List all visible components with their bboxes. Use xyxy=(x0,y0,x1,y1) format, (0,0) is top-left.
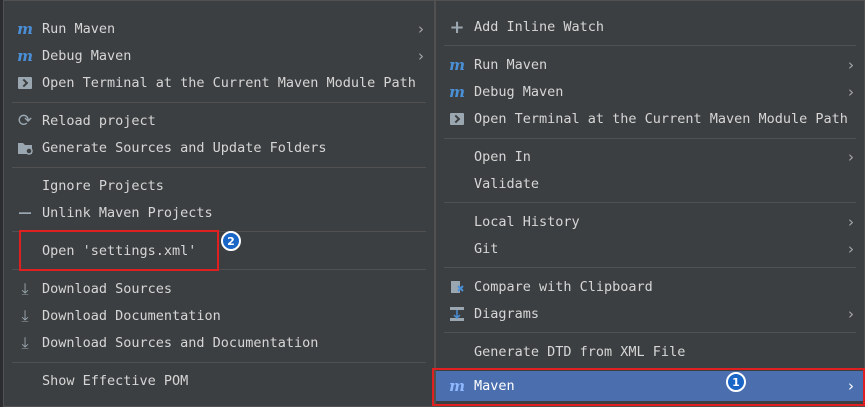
menu-item-open-terminal[interactable]: Open Terminal at the Current Maven Modul… xyxy=(4,70,434,96)
menu-separator xyxy=(12,102,426,103)
menu-item-label: Open In xyxy=(474,149,531,165)
chevron-right-icon: › xyxy=(848,240,854,258)
right-context-menu: + Add Inline Watch m Run Maven › m Debug… xyxy=(435,0,865,407)
chevron-right-icon: › xyxy=(848,56,854,74)
menu-item-label: Download Documentation xyxy=(42,308,221,324)
menu-item-open-in[interactable]: Open In › xyxy=(436,144,864,170)
menu-item-run-maven[interactable]: m Run Maven › xyxy=(436,52,864,78)
compare-icon xyxy=(448,278,466,296)
menu-item-generate-dtd[interactable]: Generate DTD from XML File xyxy=(436,339,864,365)
menu-item-ignore-projects[interactable]: Ignore Projects xyxy=(4,173,434,199)
menu-item-label: Git xyxy=(474,241,499,257)
menu-item-label: Show Effective POM xyxy=(42,373,189,389)
menu-item-label: Reload project xyxy=(42,113,156,129)
menu-item-debug-maven[interactable]: m Debug Maven › xyxy=(4,43,434,69)
menu-item-add-inline-watch[interactable]: + Add Inline Watch xyxy=(436,14,864,40)
menu-item-label: Download Sources xyxy=(42,281,173,297)
maven-debug-icon: m xyxy=(449,83,465,101)
menu-item-download-documentation[interactable]: ⤓ Download Documentation xyxy=(4,303,434,329)
menu-item-label: Generate DTD from XML File xyxy=(474,344,686,360)
chevron-right-icon: › xyxy=(848,83,854,101)
menu-item-label: Ignore Projects xyxy=(42,178,164,194)
menu-item-label: Open Terminal at the Current Maven Modul… xyxy=(474,111,848,127)
menu-item-local-history[interactable]: Local History › xyxy=(436,209,864,235)
highlight-box-maven xyxy=(432,368,865,406)
maven-debug-icon: m xyxy=(17,47,33,65)
menu-separator xyxy=(444,267,856,268)
menu-item-label: Unlink Maven Projects xyxy=(42,205,213,221)
menu-item-label: Generate Sources and Update Folders xyxy=(42,140,327,156)
menu-separator xyxy=(444,138,856,139)
folder-refresh-icon xyxy=(16,139,34,157)
chevron-right-icon: › xyxy=(848,148,854,166)
menu-item-label: Diagrams xyxy=(474,306,540,322)
chevron-right-icon: › xyxy=(418,20,424,38)
add-watch-icon: + xyxy=(449,16,465,38)
menu-separator xyxy=(12,167,426,168)
menu-item-label: Compare with Clipboard xyxy=(474,279,653,295)
minus-icon: — xyxy=(18,205,32,221)
maven-run-icon: m xyxy=(17,20,33,38)
menu-item-label: Add Inline Watch xyxy=(474,19,605,35)
menu-item-validate[interactable]: Validate xyxy=(436,171,864,197)
maven-run-icon: m xyxy=(449,56,465,74)
menu-item-label: Run Maven xyxy=(42,21,116,37)
menu-item-git[interactable]: Git › xyxy=(436,236,864,262)
terminal-icon xyxy=(448,110,466,128)
menu-item-debug-maven[interactable]: m Debug Maven › xyxy=(436,79,864,105)
diagram-icon xyxy=(448,305,466,323)
highlight-box-settings xyxy=(19,230,219,271)
menu-item-show-effective-pom[interactable]: Show Effective POM xyxy=(4,368,434,394)
menu-item-label: Open Terminal at the Current Maven Modul… xyxy=(42,75,416,91)
download-icon: ⤓ xyxy=(21,306,29,325)
menu-item-label: Run Maven xyxy=(474,57,548,73)
menu-item-label: Validate xyxy=(474,176,540,192)
menu-item-label: Debug Maven xyxy=(42,48,132,64)
menu-item-diagrams[interactable]: Diagrams › xyxy=(436,301,864,327)
terminal-icon xyxy=(16,74,34,92)
menu-item-generate-sources[interactable]: Generate Sources and Update Folders xyxy=(4,135,434,161)
menu-item-download-sources[interactable]: ⤓ Download Sources xyxy=(4,276,434,302)
menu-separator xyxy=(12,362,426,363)
menu-separator xyxy=(444,202,856,203)
chevron-right-icon: › xyxy=(848,213,854,231)
download-icon: ⤓ xyxy=(21,333,29,352)
menu-separator xyxy=(444,332,856,333)
menu-item-download-sources-and-documentation[interactable]: ⤓ Download Sources and Documentation xyxy=(4,330,434,356)
menu-item-run-maven[interactable]: m Run Maven › xyxy=(4,16,434,42)
menu-item-open-terminal[interactable]: Open Terminal at the Current Maven Modul… xyxy=(436,106,864,132)
menu-item-compare-with-clipboard[interactable]: Compare with Clipboard xyxy=(436,274,864,300)
menu-item-reload-project[interactable]: ⟳ Reload project xyxy=(4,108,434,134)
menu-separator xyxy=(444,45,856,46)
annotation-badge-1: 1 xyxy=(726,372,746,392)
chevron-right-icon: › xyxy=(848,305,854,323)
download-icon: ⤓ xyxy=(21,279,29,298)
left-context-menu: m Run Maven › m Debug Maven › Open Termi… xyxy=(3,0,435,407)
menu-item-label: Local History xyxy=(474,214,580,230)
reload-icon: ⟳ xyxy=(17,111,33,131)
annotation-badge-2: 2 xyxy=(221,231,241,251)
chevron-right-icon: › xyxy=(418,47,424,65)
menu-item-label: Debug Maven xyxy=(474,84,564,100)
menu-item-label: Download Sources and Documentation xyxy=(42,335,319,351)
menu-item-unlink-maven-projects[interactable]: — Unlink Maven Projects xyxy=(4,200,434,226)
